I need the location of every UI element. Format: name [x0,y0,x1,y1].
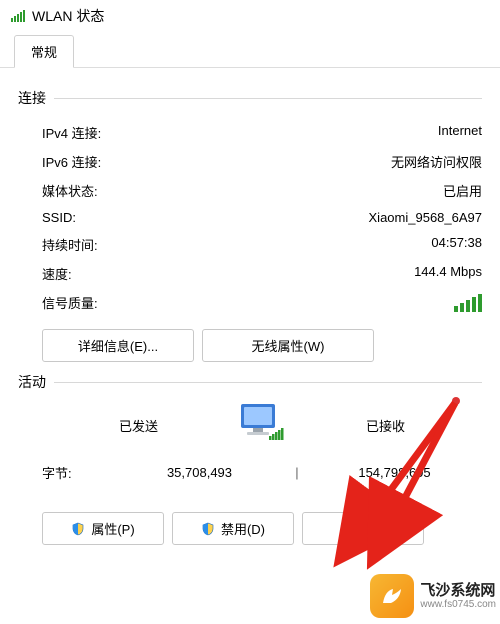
signal-bars-icon [454,293,482,312]
diagnose-button[interactable]: 诊断(C) [302,512,424,545]
row-value: 144.4 Mbps [414,264,482,283]
tab-strip: 常规 [0,34,500,68]
divider [54,98,482,99]
watermark: 飞沙系统网 www.fs0745.com [370,574,496,618]
received-label: 已接收 [289,416,482,435]
activity-group: 活动 已发送 [18,372,482,545]
wlan-status-dialog: WLAN 状态 常规 连接 IPv4 连接: Internet IPv6 连接:… [0,0,500,624]
bytes-label: 字节: [42,463,112,482]
shield-icon [201,522,215,536]
bytes-sent-value: 35,708,493 [112,465,287,480]
watermark-title: 飞沙系统网 [420,582,496,599]
wifi-icon [10,7,26,26]
row-key: 速度: [42,264,72,283]
button-label: 诊断(C) [341,519,385,538]
button-label: 禁用(D) [221,519,265,538]
watermark-url: www.fs0745.com [420,599,496,611]
wireless-properties-button[interactable]: 无线属性(W) [202,329,374,362]
row-ssid: SSID: Xiaomi_9568_6A97 [18,205,482,230]
row-value: 04:57:38 [431,235,482,254]
row-ipv6: IPv6 连接: 无网络访问权限 [18,147,482,176]
row-key: 持续时间: [42,235,98,254]
activity-group-label: 活动 [18,372,46,392]
tab-general[interactable]: 常规 [14,35,74,68]
row-media-state: 媒体状态: 已启用 [18,176,482,205]
button-label: 属性(P) [91,519,134,538]
annotation-dot [452,397,460,405]
disable-button[interactable]: 禁用(D) [172,512,294,545]
row-duration: 持续时间: 04:57:38 [18,230,482,259]
row-speed: 速度: 144.4 Mbps [18,259,482,288]
details-button[interactable]: 详细信息(E)... [42,329,194,362]
divider [54,382,482,383]
monitor-icon [235,402,289,446]
activity-separator: | [287,465,307,480]
watermark-logo-icon [370,574,414,618]
row-key: IPv6 连接: [42,152,101,171]
row-value: Internet [438,123,482,142]
row-key: SSID: [42,210,76,225]
shield-icon [71,522,85,536]
row-key: 信号质量: [42,293,98,312]
row-value: Xiaomi_9568_6A97 [369,210,482,225]
titlebar: WLAN 状态 [0,0,500,30]
connection-group-label: 连接 [18,88,46,108]
row-value: 无网络访问权限 [391,152,482,171]
properties-button[interactable]: 属性(P) [42,512,164,545]
connection-group: 连接 IPv4 连接: Internet IPv6 连接: 无网络访问权限 媒体… [18,88,482,362]
row-key: IPv4 连接: [42,123,101,142]
activity-icon [235,402,289,449]
row-value: 已启用 [443,181,482,200]
window-title: WLAN 状态 [32,6,104,26]
row-signal-quality: 信号质量: [18,288,482,317]
sent-label: 已发送 [42,416,235,435]
bytes-received-value: 154,798,605 [307,465,482,480]
row-key: 媒体状态: [42,181,98,200]
row-ipv4: IPv4 连接: Internet [18,118,482,147]
